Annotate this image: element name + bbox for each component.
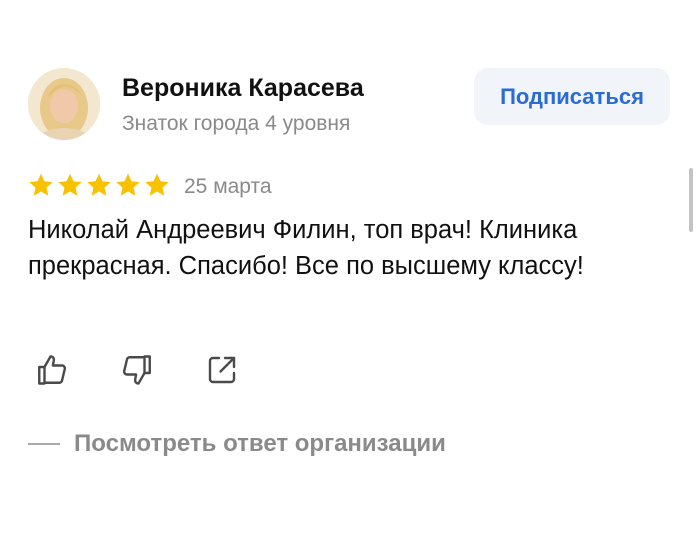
share-icon bbox=[208, 356, 236, 384]
review-date: 25 марта bbox=[184, 175, 272, 198]
dash-divider bbox=[28, 443, 60, 445]
org-response-link[interactable]: Посмотреть ответ организации bbox=[28, 430, 446, 458]
star-icon bbox=[58, 173, 82, 196]
like-button[interactable] bbox=[32, 350, 72, 390]
share-button[interactable] bbox=[202, 350, 242, 390]
thumb-down-icon bbox=[122, 355, 151, 385]
dislike-button[interactable] bbox=[117, 350, 157, 390]
rating-stars bbox=[28, 172, 170, 198]
scrollbar[interactable] bbox=[689, 168, 693, 232]
star-icon bbox=[145, 173, 169, 196]
avatar-photo bbox=[28, 68, 100, 140]
star-icon bbox=[87, 173, 111, 196]
review-text: Николай Андреевич Филин, топ врач! Клини… bbox=[28, 216, 584, 280]
org-response-label: Посмотреть ответ организации bbox=[74, 430, 446, 457]
subscribe-button[interactable]: Подписаться bbox=[474, 68, 670, 125]
thumb-up-icon bbox=[38, 355, 67, 385]
avatar[interactable] bbox=[28, 68, 100, 140]
star-icon bbox=[29, 173, 53, 196]
author-name[interactable]: Вероника Карасева bbox=[122, 74, 364, 103]
star-icon bbox=[116, 173, 140, 196]
author-level: Знаток города 4 уровня bbox=[122, 112, 351, 135]
